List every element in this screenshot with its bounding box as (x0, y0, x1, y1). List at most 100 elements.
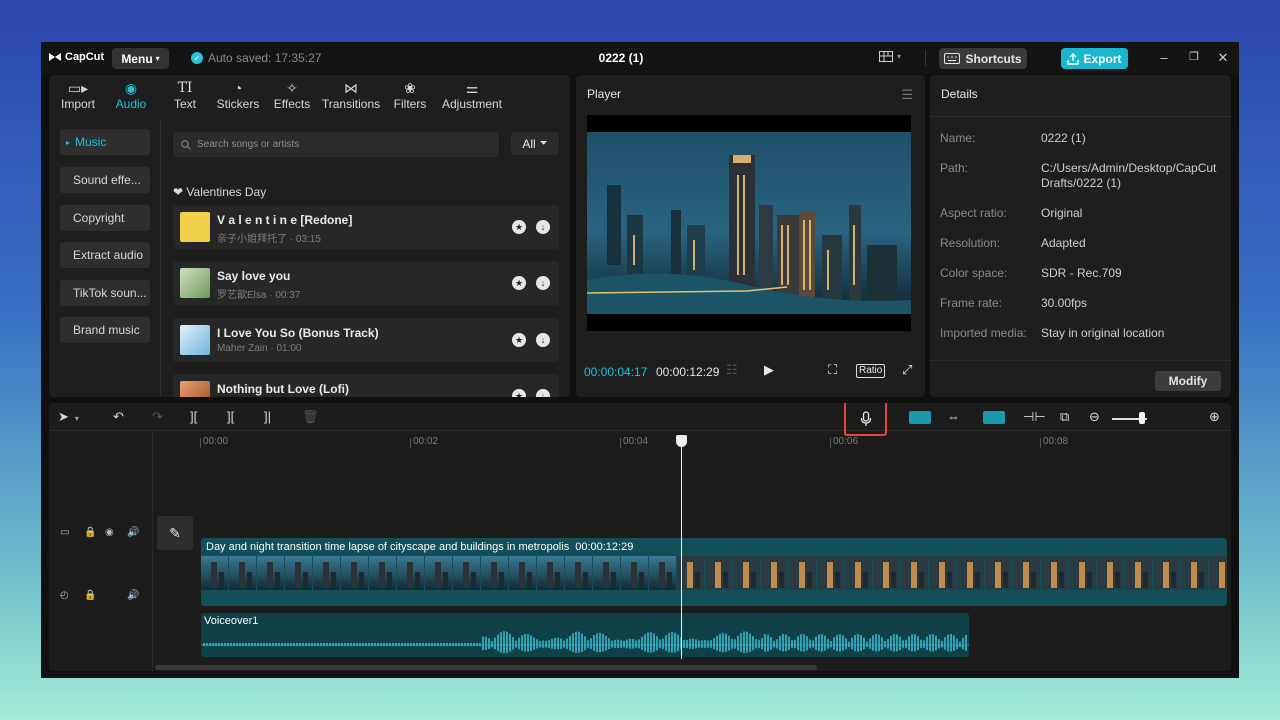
delete-icon: 🗑 (302, 409, 319, 424)
nav-label: Music (75, 135, 107, 149)
nav-item-music[interactable]: ▸ Music (60, 129, 150, 155)
link-clips-icon[interactable]: ⇔ (947, 409, 960, 424)
nav-item-brand-music[interactable]: Brand music (60, 317, 150, 343)
tab-import[interactable]: ▭▸ Import (53, 75, 103, 119)
favorite-icon[interactable]: ★ (512, 389, 526, 397)
zoom-out-icon[interactable]: ⊖ (1089, 409, 1100, 425)
detail-key: Path: (940, 161, 969, 175)
audio-clip[interactable]: Voiceover1 (201, 613, 969, 657)
play-icon[interactable]: ▶ (764, 362, 774, 378)
search-icon (181, 139, 191, 150)
playhead-handle[interactable] (676, 435, 687, 447)
eye-icon[interactable]: ◉ (105, 527, 114, 538)
favorite-icon[interactable]: ★ (512, 276, 526, 290)
song-name: Nothing but Love (Lofi) (217, 382, 349, 396)
detail-value: Adapted (1041, 236, 1086, 250)
tab-adjustment[interactable]: ⚌ Adjustment (437, 75, 507, 119)
effects-icon: ✧ (286, 80, 298, 96)
list-item[interactable]: Nothing but Love (Lofi) ★ ↓ (173, 374, 559, 397)
tab-stickers[interactable]: ◔ Stickers (211, 75, 265, 119)
thumbnail-view-icon[interactable]: ⧉ (1060, 409, 1069, 425)
list-item[interactable]: I Love You So (Bonus Track) Maher Zain ·… (173, 318, 559, 362)
minimize-icon[interactable]: – (1157, 50, 1171, 65)
ratio-button[interactable]: Ratio (856, 364, 886, 378)
horizontal-scrollbar[interactable] (155, 665, 817, 670)
stickers-icon: ◔ (233, 80, 243, 96)
favorite-icon[interactable]: ★ (512, 333, 526, 347)
close-icon[interactable]: ✕ (1216, 50, 1230, 66)
zoom-slider-handle[interactable] (1139, 412, 1145, 424)
menu-button[interactable]: Menu ▾ (112, 48, 169, 69)
capcut-window: CapCut Menu ▾ ✓ Auto saved: 17:35:27 0222 … (41, 42, 1239, 678)
tab-audio[interactable]: ◉ Audio (103, 75, 159, 119)
ruler-label: 00:06 (833, 436, 859, 447)
layout-button[interactable]: ▾ (879, 51, 901, 62)
undo-icon[interactable]: ↶ (113, 409, 124, 425)
nav-item-tiktok-sounds[interactable]: TikTok soun... (60, 280, 150, 306)
chevron-down-icon: ▾ (897, 52, 902, 61)
export-button[interactable]: Export (1061, 48, 1128, 69)
section-title: ❤ Valentines Day (173, 185, 266, 199)
download-icon[interactable]: ↓ (536, 276, 550, 290)
text-icon: TI (177, 80, 193, 96)
modify-button[interactable]: Modify (1155, 371, 1221, 391)
adjustment-icon: ⚌ (465, 80, 479, 96)
video-preview[interactable] (586, 115, 911, 331)
lock-icon[interactable]: 🔒 (84, 527, 96, 538)
redo-icon: ↷ (152, 409, 163, 424)
ruler-tick (620, 438, 621, 448)
volume-icon[interactable]: 🔊 (127, 527, 139, 538)
tab-effects[interactable]: ✧ Effects (265, 75, 319, 119)
search-input[interactable]: Search songs or artists (173, 132, 499, 157)
nav-item-copyright[interactable]: Copyright (60, 205, 150, 231)
edit-cover-button[interactable]: ✎ (157, 516, 193, 550)
list-item[interactable]: V a l e n t i n e [Redone] 亲子小姐拜托了 · 03:… (173, 205, 559, 249)
detail-value: Original (1041, 206, 1083, 220)
nav-item-sound-effects[interactable]: Sound effe... (60, 167, 150, 193)
timeline-grid-icon[interactable]: ☷ (726, 362, 738, 378)
nav-item-extract-audio[interactable]: Extract audio (60, 242, 150, 268)
ruler-tick (200, 438, 201, 448)
split-icon[interactable]: ][ (190, 409, 197, 424)
playhead-line[interactable] (681, 439, 682, 659)
filter-all-button[interactable]: All ⏷ (511, 132, 559, 155)
video-clip[interactable]: Day and night transition time lapse of c… (201, 538, 1227, 606)
download-icon[interactable]: ↓ (536, 389, 550, 397)
player-title: Player (587, 87, 622, 101)
align-icon[interactable]: ⊣⊢ (1023, 409, 1046, 425)
tab-transitions[interactable]: ⋈ Transitions (319, 75, 383, 119)
favorite-icon[interactable]: ★ (512, 220, 526, 234)
detail-value: 30.00fps (1041, 296, 1088, 310)
fullscreen-crop-icon[interactable]: ⛶ (828, 362, 837, 378)
tab-label: Filters (393, 97, 427, 111)
zoom-in-icon[interactable]: ⊕ (1209, 409, 1220, 425)
trim-right-icon[interactable]: ]| (264, 409, 271, 424)
download-icon[interactable]: ↓ (536, 220, 550, 234)
tab-label: Stickers (216, 97, 260, 111)
check-icon: ✓ (191, 52, 203, 64)
list-item[interactable]: Say love you 罗艺歆Elsa · 00:37 ★ ↓ (173, 261, 559, 305)
tab-label: Adjustment (441, 97, 503, 111)
player-panel: Player ☰ 00:00:04:17 00:00:12:29 ☷ ▶ ⛶ R… (576, 75, 925, 397)
restore-icon[interactable]: ❐ (1187, 50, 1201, 63)
shortcuts-label: Shortcuts (965, 51, 1022, 66)
import-icon: ▭▸ (67, 80, 89, 96)
shortcuts-button[interactable]: Shortcuts (939, 48, 1027, 69)
select-cursor-icon[interactable]: ➤ ▾ (58, 409, 79, 425)
detail-value: Stay in original location (1041, 326, 1165, 340)
lock-icon[interactable]: 🔒 (84, 590, 96, 601)
menu-icon[interactable]: ☰ (901, 87, 913, 103)
preview-axis-toggle-icon[interactable] (983, 411, 1005, 424)
trim-left-icon[interactable]: ][ (227, 409, 234, 424)
tab-filters[interactable]: ❀ Filters (383, 75, 437, 119)
download-icon[interactable]: ↓ (536, 333, 550, 347)
tab-text[interactable]: TI Text (159, 75, 211, 119)
magnet-toggle-icon[interactable] (909, 411, 931, 424)
divider (930, 116, 1231, 117)
capcut-logo: CapCut (48, 51, 104, 63)
volume-icon[interactable]: 🔊 (127, 590, 139, 601)
ruler-label: 00:08 (1043, 436, 1069, 447)
time-ruler[interactable]: 00:00 00:02 00:04 00:06 00:08 (153, 431, 1231, 451)
expand-icon[interactable]: ⤢ (902, 362, 912, 378)
bullet-icon: ▸ (66, 137, 71, 147)
